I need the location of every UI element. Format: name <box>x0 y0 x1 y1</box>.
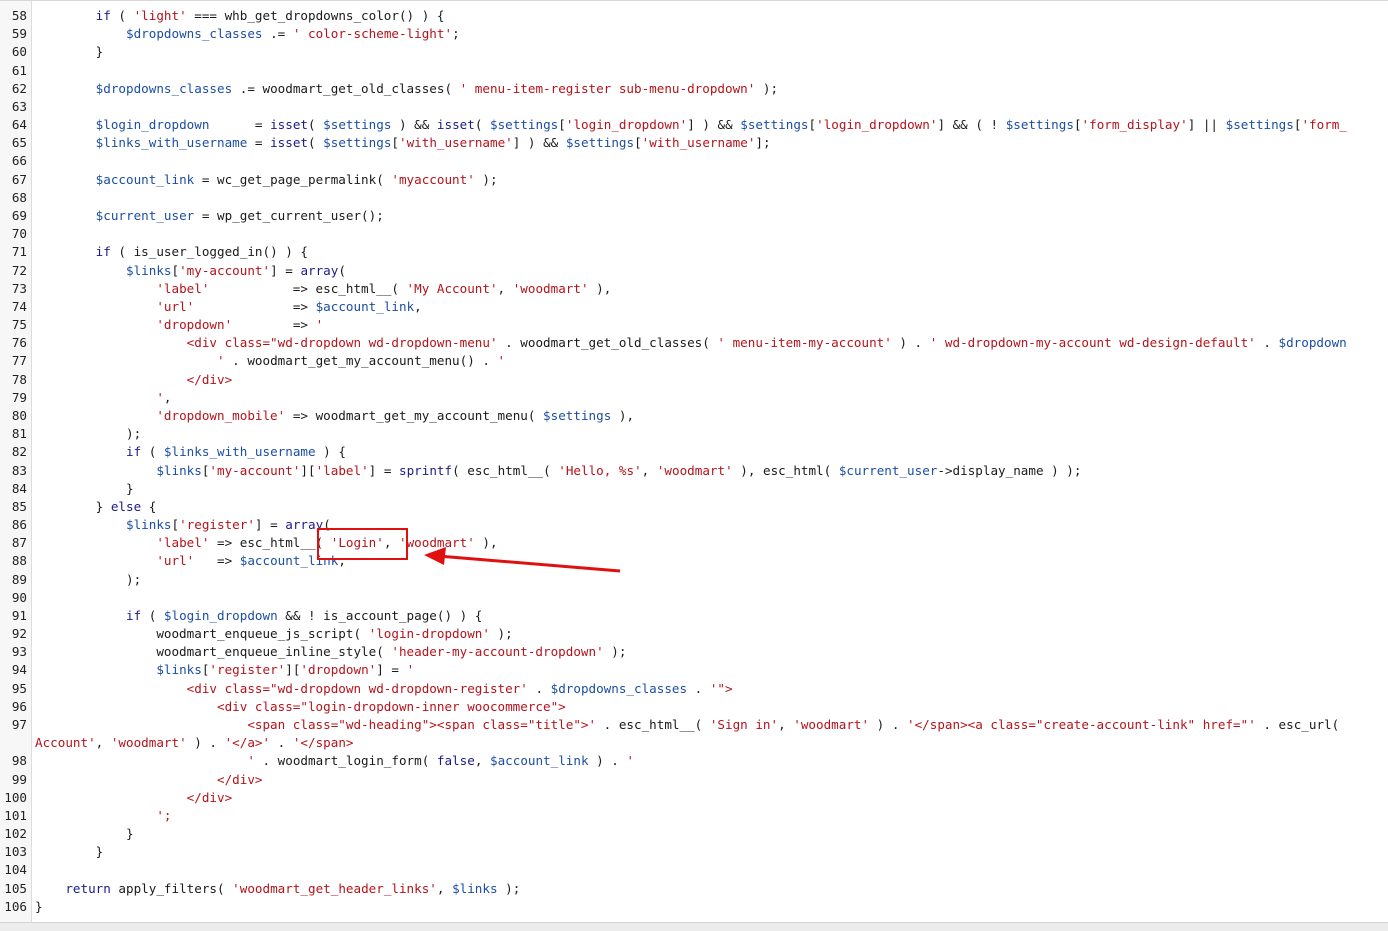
arrow-head-icon <box>424 547 446 565</box>
code-editor[interactable]: 58 if ( 'light' === whb_get_dropdowns_co… <box>0 0 1388 922</box>
red-arrow-annotation <box>424 547 621 573</box>
arrow-shaft <box>437 554 621 573</box>
